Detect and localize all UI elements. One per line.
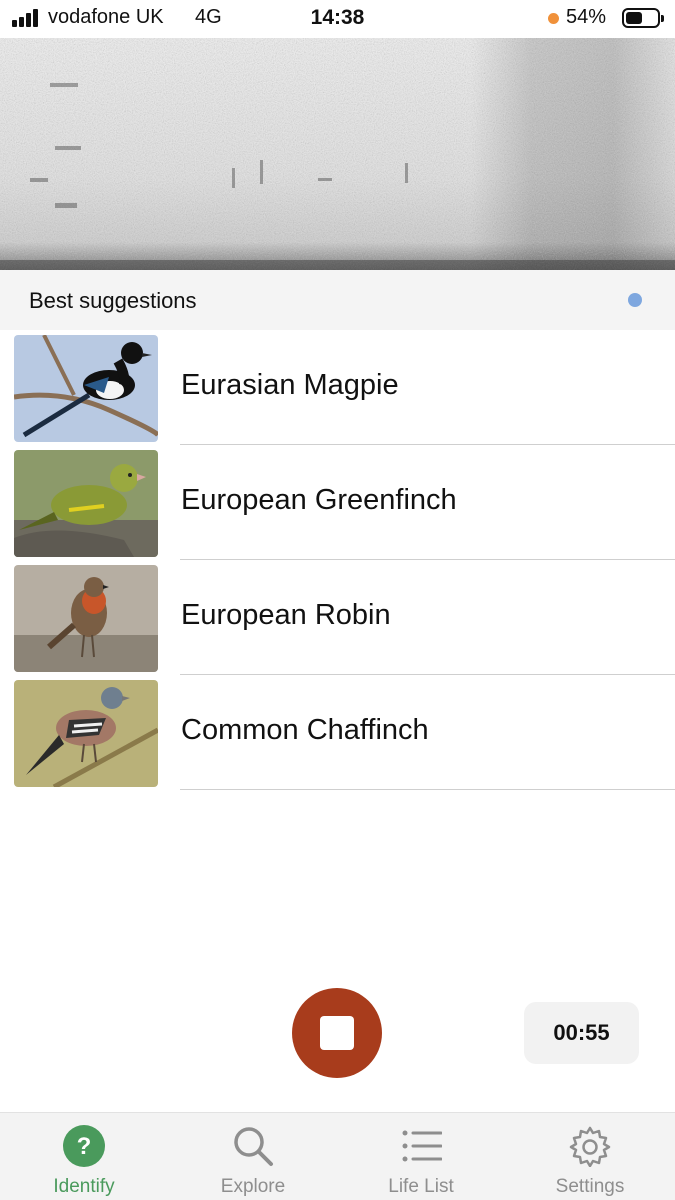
tab-life-list[interactable]: Life List	[337, 1113, 505, 1200]
battery-percentage: 54%	[566, 6, 607, 28]
row-divider	[180, 789, 675, 790]
robin-photo	[14, 565, 158, 672]
magpie-photo	[14, 335, 158, 442]
battery-icon	[622, 8, 664, 28]
listening-indicator-dot	[628, 293, 642, 307]
stop-icon	[320, 1016, 354, 1050]
tab-label: Life List	[388, 1176, 454, 1197]
tab-label: Identify	[53, 1176, 115, 1197]
tab-label: Explore	[220, 1176, 286, 1197]
suggestions-header: Best suggestions	[0, 270, 675, 330]
section-title: Best suggestions	[29, 288, 197, 313]
tab-identify[interactable]: ? Identify	[0, 1113, 168, 1200]
suggestion-list: Eurasian Magpie European Greenfinch Euro…	[0, 330, 675, 790]
suggestion-row-eurasian-magpie[interactable]: Eurasian Magpie	[0, 330, 675, 445]
spectrogram	[0, 38, 675, 270]
status-bar: vodafone UK 4G 14:38 54%	[0, 0, 675, 38]
greenfinch-photo	[14, 450, 158, 557]
suggestion-row-european-greenfinch[interactable]: European Greenfinch	[0, 445, 675, 560]
species-name: Eurasian Magpie	[181, 369, 399, 401]
signal-strength-icon	[12, 9, 42, 27]
species-name: European Robin	[181, 599, 391, 631]
carrier-name: vodafone UK	[48, 6, 164, 28]
tab-bar: ? Identify Explore Life List Settings	[0, 1112, 675, 1200]
search-icon	[234, 1127, 273, 1166]
stop-recording-button[interactable]	[292, 988, 382, 1078]
tab-settings[interactable]: Settings	[506, 1113, 674, 1200]
suggestion-row-common-chaffinch[interactable]: Common Chaffinch	[0, 675, 675, 790]
tab-label: Settings	[555, 1176, 625, 1197]
network-type: 4G	[195, 6, 222, 28]
tab-explore[interactable]: Explore	[169, 1113, 337, 1200]
microphone-in-use-indicator	[548, 13, 559, 24]
list-icon	[402, 1130, 442, 1162]
question-circle-icon: ?	[63, 1125, 105, 1167]
suggestion-row-european-robin[interactable]: European Robin	[0, 560, 675, 675]
recording-timer: 00:55	[524, 1002, 639, 1064]
svg-text:?: ?	[77, 1133, 92, 1160]
species-name: Common Chaffinch	[181, 714, 429, 746]
gear-icon	[569, 1126, 611, 1167]
species-name: European Greenfinch	[181, 484, 457, 516]
chaffinch-photo	[14, 680, 158, 787]
